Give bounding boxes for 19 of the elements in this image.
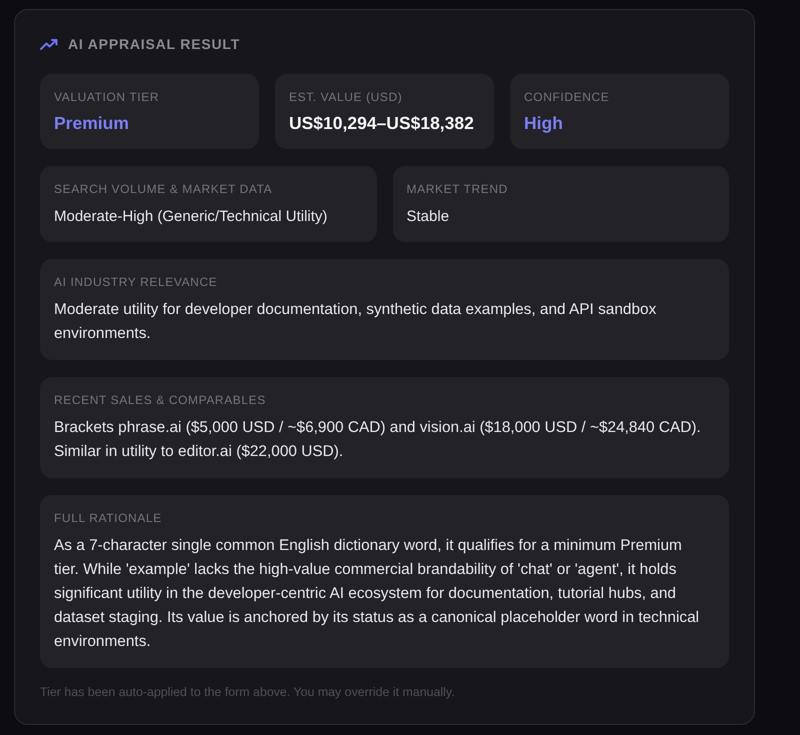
section-label: AI INDUSTRY RELEVANCE	[54, 274, 218, 290]
card-value: Stable	[406, 207, 450, 227]
stat-value: US$10,294–US$18,382	[289, 112, 475, 135]
footnote-text: Tier has been auto-applied to the form above. You may override it manually.	[40, 684, 456, 700]
section-label: FULL RATIONALE	[54, 510, 163, 526]
section-text: Moderate utility for developer documentation, synthetic data examples, and API sandbox environments.	[54, 300, 658, 344]
section-label: RECENT SALES & COMPARABLES	[54, 392, 267, 408]
section-text: Brackets phrase.ai ($5,000 USD / ~$6,900 CAD) and vision.ai ($18,000 USD / ~$24,840 CAD). Similar in utility to editor.ai ($22,000 USD).	[54, 418, 702, 462]
panel-title: AI APPRAISAL RESULT	[68, 36, 240, 52]
trend-arrow-icon	[40, 38, 58, 50]
stat-value: High	[524, 112, 564, 135]
stat-value: Premium	[54, 112, 130, 135]
stat-label: VALUATION TIER	[54, 89, 160, 105]
card-label: MARKET TREND	[406, 181, 509, 197]
stat-label: CONFIDENCE	[524, 89, 610, 105]
card-value: Moderate-High (Generic/Technical Utility)	[54, 207, 328, 227]
section-text: As a 7-character single common English dictionary word, it qualifies for a minimum Premium tier. While 'example' lacks the high-value commercial brandability of 'chat' or 'agent', it holds significant utility in the developer-centric AI ecosystem for documentation, tutorial hubs, and dataset staging. Its value is anchored by its status as a canonical placeholder word in technical environments.	[54, 536, 700, 652]
card-label: SEARCH VOLUME & MARKET DATA	[54, 181, 274, 197]
stat-label: EST. VALUE (USD)	[289, 89, 404, 105]
